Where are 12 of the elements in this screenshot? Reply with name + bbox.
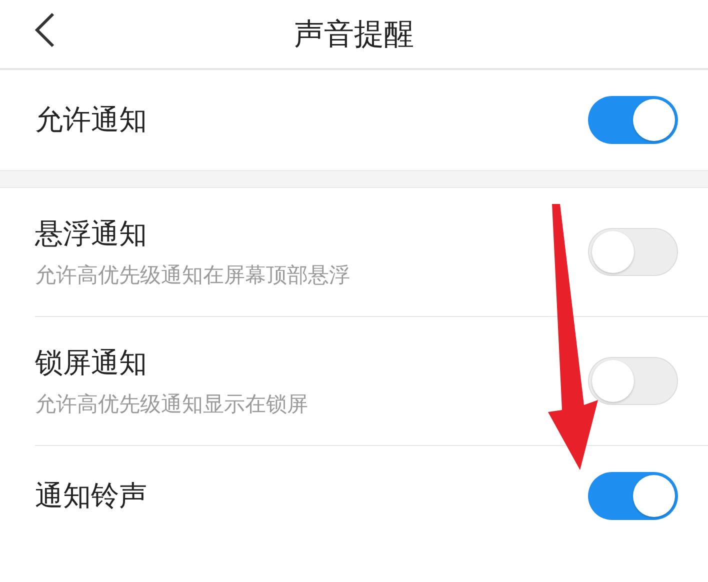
page-title: 声音提醒: [294, 16, 414, 54]
setting-description: 允许高优先级通知在屏幕顶部悬浮: [35, 262, 350, 289]
setting-label: 通知铃声: [35, 478, 147, 514]
toggle-switch[interactable]: [588, 357, 678, 405]
back-icon[interactable]: [34, 12, 56, 48]
toggle-switch[interactable]: [588, 472, 678, 520]
toggle-switch[interactable]: [588, 96, 678, 144]
setting-description: 允许高优先级通知显示在锁屏: [35, 391, 308, 418]
setting-label: 允许通知: [35, 102, 147, 138]
setting-label: 锁屏通知: [35, 345, 148, 381]
toggle-switch[interactable]: [588, 228, 678, 276]
setting-label: 悬浮通知: [35, 216, 148, 252]
